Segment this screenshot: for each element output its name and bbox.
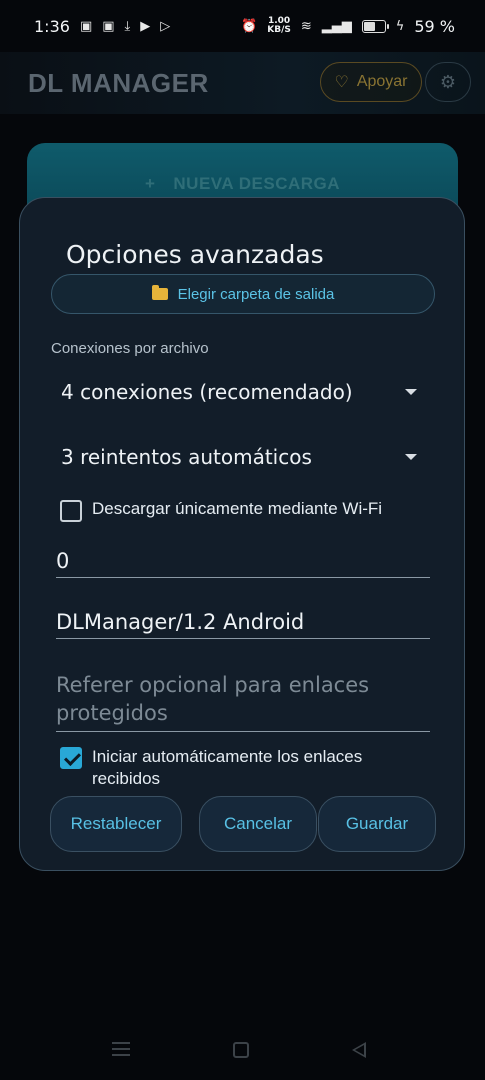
speed-limit-field[interactable]: 0 <box>56 549 430 578</box>
connections-selected-value: 4 conexiones (recomendado) <box>61 380 353 404</box>
auto-start-option[interactable]: Iniciar automáticamente los enlaces reci… <box>60 746 430 790</box>
support-button[interactable]: ♡ Apoyar <box>320 62 422 102</box>
user-agent-field[interactable]: DLManager/1.2 Android <box>56 610 430 639</box>
back-icon[interactable] <box>352 1042 366 1058</box>
dialog-actions: Restablecer Cancelar Guardar <box>20 796 466 854</box>
chevron-down-icon <box>405 389 417 395</box>
notification-app-icon: ▣ <box>79 18 93 34</box>
gear-icon: ⚙ <box>439 71 457 92</box>
settings-button[interactable]: ⚙ <box>425 62 471 102</box>
app-header: DL MANAGER ♡ Apoyar ⚙ <box>0 52 485 114</box>
wifi-only-option[interactable]: Descargar únicamente mediante Wi-Fi <box>60 499 382 522</box>
battery-percent: 59 % <box>414 16 455 36</box>
download-icon: ⤓ <box>124 18 131 34</box>
save-button[interactable]: Guardar <box>318 796 436 852</box>
status-bar: 1:36 ▣ ▣ ⤓ ▶ ▷ ⏰ 1.00 KB/S ≋ ▂▄▆ ϟ 59 % <box>0 0 485 52</box>
retries-dropdown[interactable]: 3 reintentos automáticos <box>61 442 417 472</box>
home-icon[interactable] <box>233 1042 249 1058</box>
status-time: 1:36 <box>34 16 70 36</box>
battery-icon <box>361 19 389 33</box>
chevron-down-icon <box>405 454 417 460</box>
navigation-bar <box>0 1020 485 1080</box>
status-bar-left: 1:36 ▣ ▣ ⤓ ▶ ▷ <box>34 17 170 36</box>
status-bar-right: ⏰ 1.00 KB/S ≋ ▂▄▆ ϟ 59 % <box>241 17 455 36</box>
auto-start-checkbox[interactable] <box>60 747 82 769</box>
choose-output-folder-label: Elegir carpeta de salida <box>177 285 335 303</box>
alarm-icon: ⏰ <box>241 18 258 34</box>
cancel-button[interactable]: Cancelar <box>199 796 317 852</box>
connections-dropdown[interactable]: 4 conexiones (recomendado) <box>61 377 417 407</box>
signal-icon: ▂▄▆ <box>321 18 352 34</box>
wifi-icon: ≋ <box>300 18 312 34</box>
referer-field[interactable]: Referer opcional para enlaces protegidos <box>56 671 430 732</box>
app-title: DL MANAGER <box>28 68 209 98</box>
network-speed-unit: KB/S <box>267 25 291 35</box>
battery-fill <box>363 21 375 31</box>
recent-apps-icon[interactable] <box>112 1042 130 1060</box>
advanced-options-dialog: Opciones avanzadas Elegir carpeta de sal… <box>19 197 465 871</box>
support-button-label: Apoyar <box>356 73 408 90</box>
retries-selected-value: 3 reintentos automáticos <box>61 445 312 469</box>
heart-outline-icon: ♡ <box>334 74 349 91</box>
dialog-title: Opciones avanzadas <box>66 240 324 269</box>
folder-icon <box>151 285 168 300</box>
charging-icon: ϟ <box>395 18 405 34</box>
wifi-only-checkbox[interactable] <box>60 500 82 522</box>
notification-app-icon: ▣ <box>102 18 115 34</box>
network-speed: 1.00 KB/S <box>267 17 291 35</box>
play-store-icon: ▷ <box>160 18 171 34</box>
wifi-only-label: Descargar únicamente mediante Wi-Fi <box>92 499 383 518</box>
choose-output-folder-button[interactable]: Elegir carpeta de salida <box>51 274 435 314</box>
reset-button[interactable]: Restablecer <box>50 796 182 852</box>
play-icon: ▶ <box>140 18 151 34</box>
auto-start-label: Iniciar automáticamente los enlaces reci… <box>92 747 363 788</box>
connections-label: Conexiones por archivo <box>51 340 209 357</box>
